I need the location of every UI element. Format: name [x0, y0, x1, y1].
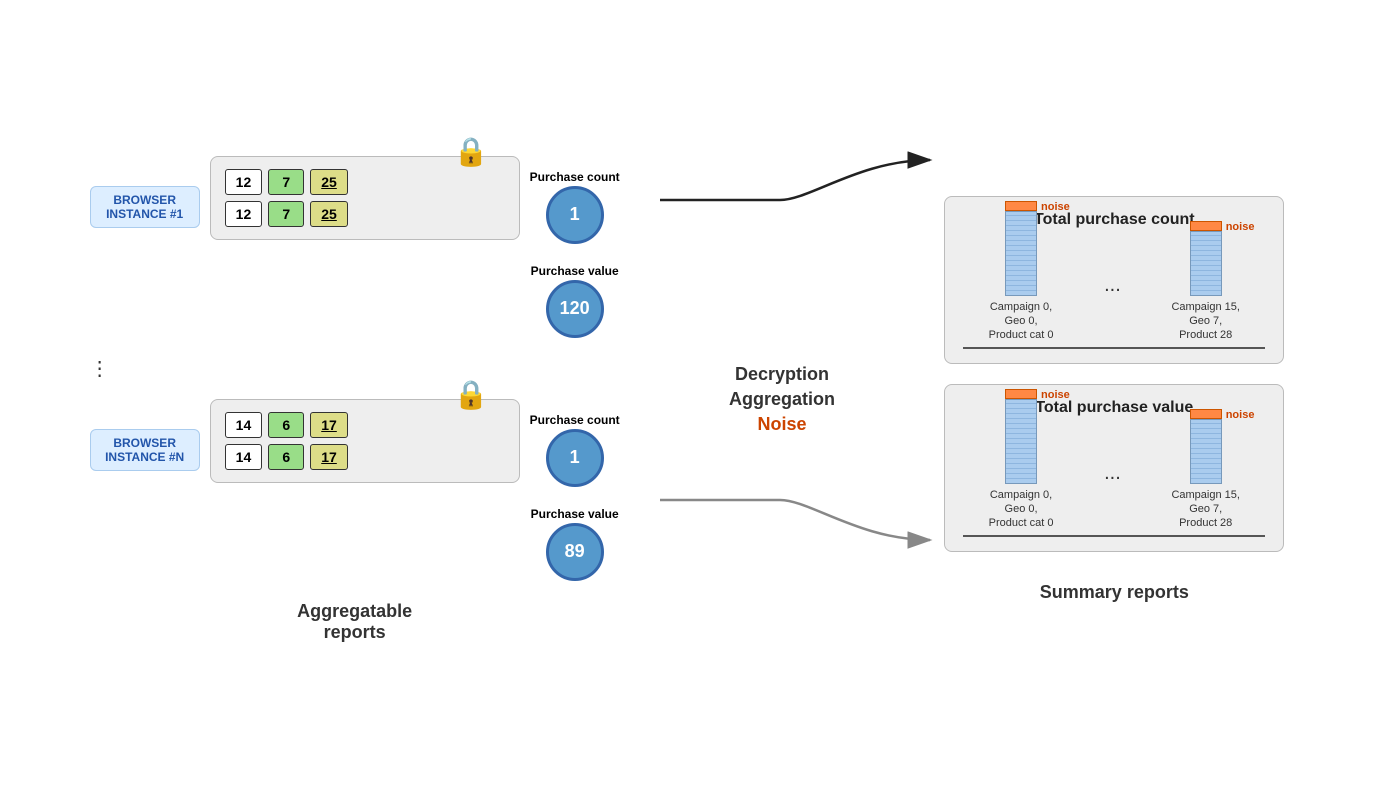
chart2-dots: ...: [1104, 462, 1121, 495]
browser-instance-1-label: BROWSER INSTANCE #1: [90, 186, 200, 228]
report-card-n: 🔒 14 6 17 14 6 17: [210, 399, 520, 483]
chart1-noise-label-2: noise: [1226, 221, 1255, 233]
chart2-bar-body-1: [1005, 399, 1037, 484]
cell-nb-2: 6: [268, 444, 304, 470]
cell-1a-2: 7: [268, 169, 304, 195]
middle-section: Decryption Aggregation Noise: [719, 364, 845, 435]
cell-1a-1: 12: [225, 169, 263, 195]
chart1-bar1: noise Campaign 0, Geo 0, Product cat 0: [989, 201, 1054, 343]
summary-card-2: Total purchase value noise Campaign 0, G…: [944, 384, 1284, 552]
chart1-bar2-wrapper: noise: [1190, 221, 1222, 296]
chart1-xlabel-1: Campaign 0, Geo 0, Product cat 0: [989, 300, 1054, 343]
cell-1b-3: 25: [310, 201, 348, 227]
chart1-noise-label-1: noise: [1041, 201, 1070, 213]
purchase-value-label-n: Purchase value: [531, 507, 619, 521]
instance-label-col-n: BROWSER INSTANCE #N: [90, 399, 200, 471]
chart2-xlabel-2: Campaign 15, Geo 7, Product 28: [1171, 488, 1240, 531]
chart1-bar-body-1: [1005, 211, 1037, 296]
cell-na-2: 6: [268, 412, 304, 438]
chart1-area: noise Campaign 0, Geo 0, Product cat 0 .…: [963, 239, 1265, 349]
instance-label-col-1: BROWSER INSTANCE #1: [90, 156, 200, 228]
cell-na-1: 14: [225, 412, 263, 438]
circles-col-1: Purchase count 1 Purchase value 120: [530, 156, 620, 338]
instance-row-1: BROWSER INSTANCE #1 🔒 12 7 25: [90, 156, 620, 338]
purchase-count-label-1: Purchase count: [530, 170, 620, 184]
cell-1a-3: 25: [310, 169, 348, 195]
circles-col-n: Purchase count 1 Purchase value 89: [530, 399, 620, 581]
aggregation-label: Aggregation: [729, 389, 835, 410]
chart2-noise-label-2: noise: [1226, 409, 1255, 421]
chart1-bar2: noise Campaign 15, Geo 7, Product 28: [1171, 221, 1240, 343]
data-rows-group-n: 14 6 17 14 6 17: [225, 412, 505, 470]
cell-1b-1: 12: [225, 201, 263, 227]
data-rows-group-1: 12 7 25 12 7 25: [225, 169, 505, 227]
chart1-noise-cap-2: [1190, 221, 1222, 231]
report-card-1: 🔒 12 7 25 12 7: [210, 156, 520, 240]
purchase-count-circle-n: 1: [546, 429, 604, 487]
chart2-noise-cap-1: [1005, 389, 1037, 399]
chart2-bar-body-2: [1190, 419, 1222, 484]
circle-group-nb: Purchase value 89: [530, 507, 620, 581]
instance-row-n: BROWSER INSTANCE #N 🔒 14 6 17: [90, 399, 620, 581]
chart2-bar2: noise Campaign 15, Geo 7, Product 28: [1171, 409, 1240, 531]
right-section: Total purchase count noise Campaign 0, G…: [944, 196, 1284, 603]
decryption-label: Decryption: [735, 364, 829, 385]
main-container: BROWSER INSTANCE #1 🔒 12 7 25: [0, 0, 1374, 798]
purchase-value-label-1: Purchase value: [531, 264, 619, 278]
report-and-circles-1: 🔒 12 7 25 12 7: [210, 156, 620, 338]
purchase-value-circle-n: 89: [546, 523, 604, 581]
instances-wrapper: BROWSER INSTANCE #1 🔒 12 7 25: [90, 156, 620, 581]
data-row-1b: 12 7 25: [225, 201, 505, 227]
noise-label: Noise: [757, 414, 806, 435]
chart2-noise-cap-2: [1190, 409, 1222, 419]
circle-group-na: Purchase count 1: [530, 413, 620, 487]
cell-nb-3: 17: [310, 444, 348, 470]
lock-icon-1: 🔒: [454, 135, 489, 168]
chart1-bar-body-2: [1190, 231, 1222, 296]
chart1-bar1-wrapper: noise: [1005, 201, 1037, 296]
purchase-value-circle-1: 120: [546, 280, 604, 338]
dots-row: ⋮: [90, 356, 110, 381]
summary-card-1: Total purchase count noise Campaign 0, G…: [944, 196, 1284, 364]
data-row-nb: 14 6 17: [225, 444, 505, 470]
cell-nb-1: 14: [225, 444, 263, 470]
purchase-count-label-n: Purchase count: [530, 413, 620, 427]
chart2-bar1-wrapper: noise: [1005, 389, 1037, 484]
chart1-noise-cap-1: [1005, 201, 1037, 211]
chart2-noise-label-1: noise: [1041, 389, 1070, 401]
chart2-xlabel-1: Campaign 0, Geo 0, Product cat 0: [989, 488, 1054, 531]
aggregatable-reports-label: Aggregatable reports: [297, 601, 412, 643]
chart2-bar2-wrapper: noise: [1190, 409, 1222, 484]
data-row-na: 14 6 17: [225, 412, 505, 438]
data-row-1a: 12 7 25: [225, 169, 505, 195]
chart1-dots: ...: [1104, 274, 1121, 307]
purchase-count-circle-1: 1: [546, 186, 604, 244]
chart2-area: noise Campaign 0, Geo 0, Product cat 0 .…: [963, 427, 1265, 537]
circle-group-1a: Purchase count 1: [530, 170, 620, 244]
lock-icon-n: 🔒: [454, 378, 489, 411]
summary-reports-label: Summary reports: [1040, 582, 1189, 603]
chart2-bar1: noise Campaign 0, Geo 0, Product cat 0: [989, 389, 1054, 531]
chart1-xlabel-2: Campaign 15, Geo 7, Product 28: [1171, 300, 1240, 343]
report-and-circles-n: 🔒 14 6 17 14 6 17: [210, 399, 620, 581]
browser-instance-n-label: BROWSER INSTANCE #N: [90, 429, 200, 471]
left-section: BROWSER INSTANCE #1 🔒 12 7 25: [90, 156, 620, 643]
circle-group-1b: Purchase value 120: [530, 264, 620, 338]
cell-na-3: 17: [310, 412, 348, 438]
cell-1b-2: 7: [268, 201, 304, 227]
